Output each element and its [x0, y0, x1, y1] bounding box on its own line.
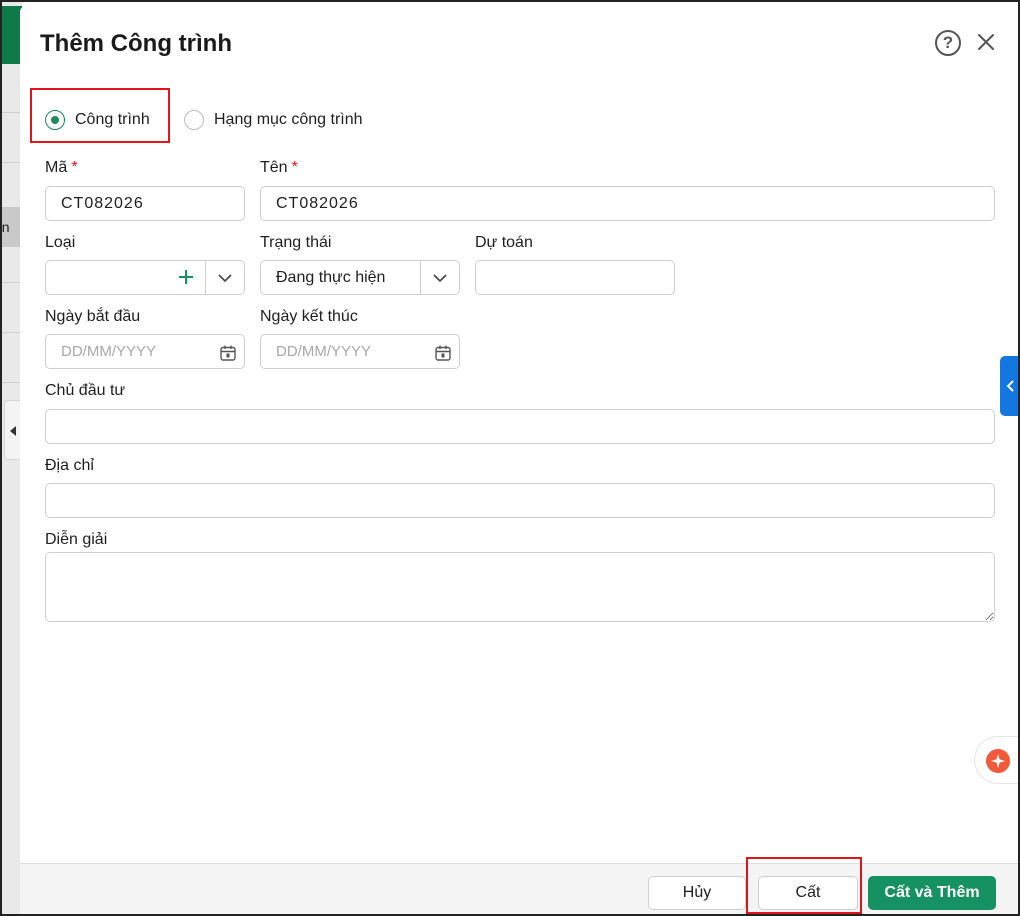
required-mark: *: [71, 159, 78, 176]
name-input[interactable]: [260, 186, 995, 221]
add-project-dialog: Thêm Công trình ? Công trình Hạng mục cô…: [20, 6, 1018, 914]
background-cell: ôn: [2, 207, 22, 247]
description-textarea[interactable]: [45, 552, 995, 622]
background-row-line: [2, 282, 22, 283]
cancel-button[interactable]: Hủy: [648, 876, 746, 910]
background-header: [2, 6, 22, 64]
help-icon[interactable]: ?: [935, 30, 961, 56]
radio-label: Hạng mục công trình: [214, 111, 363, 128]
required-mark: *: [291, 159, 298, 176]
estimate-input[interactable]: [475, 260, 675, 295]
category-label: Loại: [45, 234, 76, 251]
radio-checked-icon: [45, 110, 65, 130]
end-date-label: Ngày kết thúc: [260, 308, 358, 325]
status-label: Trạng thái: [260, 234, 332, 251]
background-row-line: [2, 332, 22, 333]
side-panel-toggle[interactable]: [1000, 356, 1018, 416]
screen-frame: ôn Thêm Công trình ? Công trình Hạng mục…: [0, 0, 1020, 916]
highlight-box: [746, 857, 862, 914]
estimate-label: Dự toán: [475, 234, 533, 251]
name-label: Tên *: [260, 159, 298, 176]
code-input[interactable]: [45, 186, 245, 221]
start-date-input[interactable]: [45, 334, 245, 369]
calendar-icon[interactable]: [434, 344, 452, 362]
chevron-left-icon: [1006, 380, 1014, 392]
investor-label: Chủ đầu tư: [45, 382, 126, 399]
investor-input[interactable]: [45, 409, 995, 444]
sparkle-icon: [986, 749, 1010, 773]
code-label: Mã *: [45, 159, 78, 176]
chevron-down-icon[interactable]: [421, 261, 459, 294]
radio-cong-trinh[interactable]: Công trình: [45, 110, 150, 130]
background-row-line: [2, 112, 22, 113]
plus-icon[interactable]: [176, 267, 196, 287]
description-label: Diễn giải: [45, 531, 108, 548]
calendar-icon[interactable]: [219, 344, 237, 362]
dialog-footer: Hủy Cất Cất và Thêm: [20, 863, 1018, 914]
radio-label: Công trình: [75, 111, 150, 128]
chevron-down-icon[interactable]: [206, 261, 244, 294]
close-icon[interactable]: [974, 30, 998, 54]
background-row-line: [2, 382, 22, 383]
background-row-line: [2, 162, 22, 163]
address-input[interactable]: [45, 483, 995, 518]
category-combo[interactable]: [45, 260, 245, 295]
dialog-title: Thêm Công trình: [40, 30, 232, 57]
status-combo[interactable]: Đang thực hiện: [260, 260, 460, 295]
end-date-input[interactable]: [260, 334, 460, 369]
save-and-add-button[interactable]: Cất và Thêm: [868, 876, 996, 910]
start-date-label: Ngày bắt đầu: [45, 308, 141, 325]
radio-unchecked-icon: [184, 110, 204, 130]
status-value: Đang thực hiện: [276, 269, 386, 286]
ai-assistant-button[interactable]: [974, 736, 1018, 784]
radio-hang-muc-cong-trinh[interactable]: Hạng mục công trình: [184, 110, 363, 130]
address-label: Địa chỉ: [45, 457, 94, 474]
